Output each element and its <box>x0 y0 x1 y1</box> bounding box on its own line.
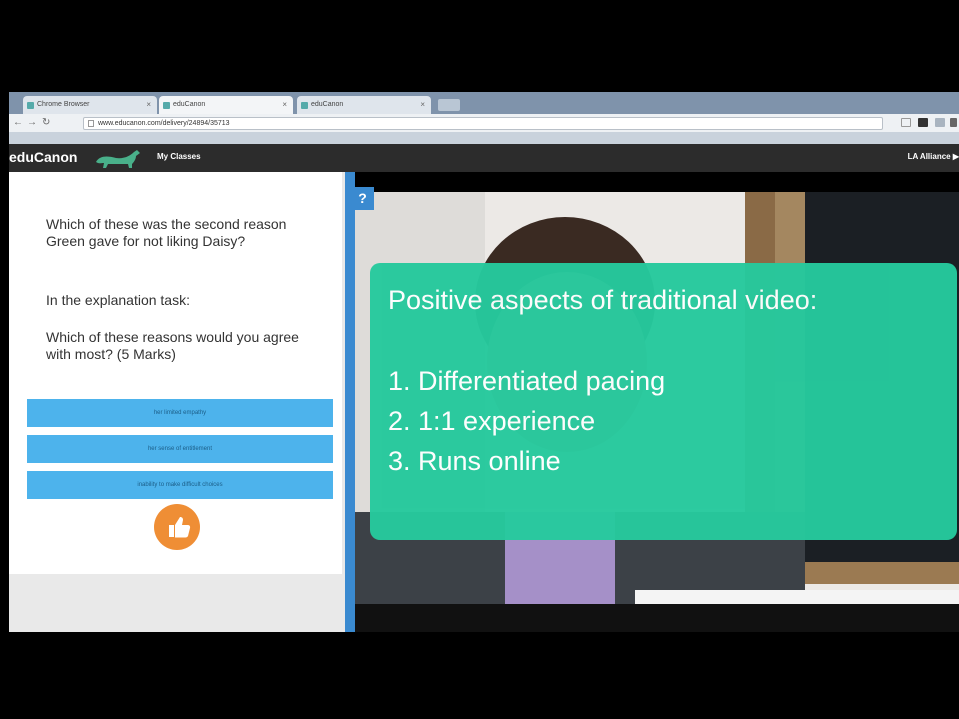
browser-tab-1[interactable]: Chrome Browser × <box>23 96 157 114</box>
favicon-icon <box>163 102 170 109</box>
account-menu[interactable]: LA Alliance ▶ <box>908 152 959 161</box>
close-icon[interactable]: × <box>282 100 287 109</box>
question-instruction: Which of these reasons would you agree w… <box>46 329 299 362</box>
slide-item-3: 3. Runs online <box>388 446 561 476</box>
panel-divider <box>345 172 355 632</box>
extension-icon[interactable] <box>918 118 928 127</box>
answer-option-2[interactable]: her sense of entitlement <box>27 435 333 463</box>
answer-option-3[interactable]: inability to make difficult choices <box>27 471 333 499</box>
tab-title: eduCanon <box>173 101 206 108</box>
favicon-icon <box>27 102 34 109</box>
favicon-icon <box>301 102 308 109</box>
tab-title: Chrome Browser <box>37 101 90 108</box>
question-prompt: Which of these was the second reason Gre… <box>46 216 287 249</box>
reload-icon[interactable]: ↻ <box>42 116 50 130</box>
slide-overlay: Positive aspects of traditional video: 1… <box>370 263 957 540</box>
logo[interactable]: eduCanon <box>9 149 77 165</box>
page-icon <box>88 120 94 127</box>
browser-toolbar: ← → ↻ www.educanon.com/delivery/24894/35… <box>9 114 959 132</box>
back-icon[interactable]: ← <box>13 116 23 130</box>
question-marker[interactable]: ? <box>351 187 374 210</box>
menu-icon[interactable] <box>950 118 957 127</box>
slide-item-1: 1. Differentiated pacing <box>388 366 666 396</box>
slide-item-2: 2. 1:1 experience <box>388 406 596 436</box>
nav-my-classes[interactable]: My Classes <box>157 152 201 161</box>
submit-button[interactable] <box>154 504 200 550</box>
browser-tab-3[interactable]: eduCanon × <box>297 96 431 114</box>
address-bar[interactable]: www.educanon.com/delivery/24894/35713 <box>83 117 883 130</box>
slide-title: Positive aspects of traditional video: <box>388 285 818 315</box>
thumbs-up-icon <box>169 517 191 538</box>
url-text: www.educanon.com/delivery/24894/35713 <box>98 120 230 127</box>
close-icon[interactable]: × <box>420 100 425 109</box>
new-tab-button[interactable] <box>438 99 460 111</box>
browser-window: Chrome Browser × eduCanon × eduCanon × ←… <box>9 92 959 144</box>
star-icon[interactable] <box>901 118 911 127</box>
question-subprompt: In the explanation task: <box>46 292 190 308</box>
browser-tab-2[interactable]: eduCanon × <box>159 96 293 114</box>
tab-title: eduCanon <box>311 101 344 108</box>
dog-logo-icon <box>96 150 140 168</box>
question-panel: Which of these was the second reason Gre… <box>9 172 345 632</box>
extension-icon[interactable] <box>935 118 945 127</box>
close-icon[interactable]: × <box>146 100 151 109</box>
tab-strip: Chrome Browser × eduCanon × eduCanon × <box>9 92 959 114</box>
question-card: Which of these was the second reason Gre… <box>9 172 342 574</box>
app-header: eduCanon My Classes LA Alliance ▶ <box>9 144 959 172</box>
forward-icon[interactable]: → <box>27 116 37 130</box>
answer-option-1[interactable]: her limited empathy <box>27 399 333 427</box>
